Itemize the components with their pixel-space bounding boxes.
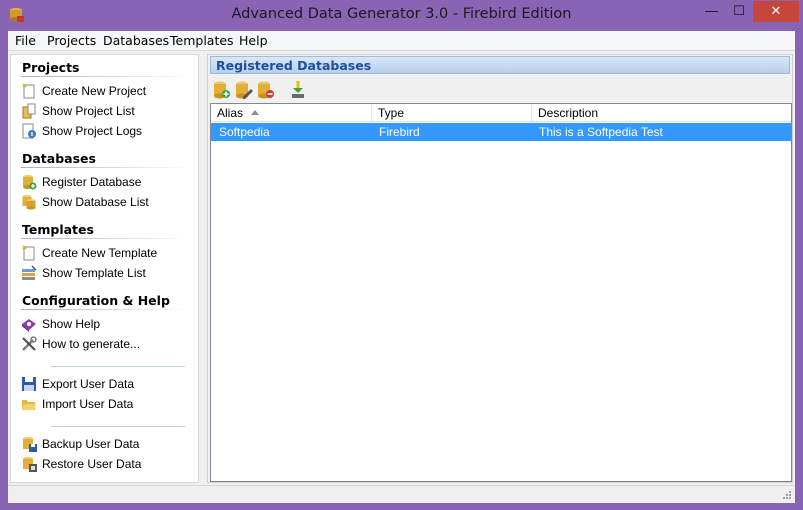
sidebar-item-label: Create New Template (42, 246, 158, 260)
section-title-configuration: Configuration & Help (22, 293, 170, 308)
sidebar-item-database-list[interactable]: Show Database List (19, 193, 195, 211)
window-title: Advanced Data Generator 3.0 - Firebird E… (231, 6, 572, 22)
sidebar-item-import-user-data[interactable]: Import User Data (19, 395, 195, 413)
minimize-button[interactable]: — (698, 1, 725, 22)
section-divider (21, 238, 193, 239)
sidebar-item-label: Register Database (42, 175, 142, 189)
table-row[interactable]: Softpedia Firebird This is a Softpedia T… (211, 123, 791, 141)
resize-grip-icon[interactable] (782, 490, 792, 500)
sidebar: Projects Create New Project Show Project… (10, 54, 199, 483)
sidebar-item-label: How to generate... (42, 337, 141, 351)
menu-file[interactable]: File (15, 33, 36, 48)
sort-ascending-icon (251, 110, 259, 115)
section-title-templates: Templates (22, 222, 94, 237)
menu-templates[interactable]: Templates (170, 33, 234, 48)
backup-icon (23, 437, 37, 452)
sidebar-item-backup-user-data[interactable]: Backup User Data (19, 435, 195, 453)
project-list-icon (22, 103, 36, 119)
sidebar-item-create-project[interactable]: Create New Project (19, 82, 195, 100)
sidebar-item-label: Export User Data (42, 377, 135, 391)
sidebar-item-label: Show Project List (42, 104, 135, 118)
panel-header: Registered Databases (210, 56, 790, 74)
sidebar-item-label: Import User Data (42, 397, 134, 411)
import-database-icon[interactable] (288, 80, 308, 100)
cell-type: Firebird (379, 125, 420, 139)
sidebar-item-project-logs[interactable]: Show Project Logs (19, 122, 195, 140)
sidebar-item-label: Restore User Data (42, 457, 142, 471)
databases-table: Alias Type Description Softpedia Firebir… (210, 103, 792, 482)
close-button[interactable]: ✕ (753, 1, 799, 22)
database-toolbar (210, 78, 790, 100)
template-list-icon (22, 265, 37, 280)
edit-database-icon[interactable] (234, 80, 254, 100)
column-header-alias[interactable]: Alias (211, 104, 372, 122)
registered-databases-pane: Registered Databases Alias Type Descript… (207, 54, 793, 483)
section-title-projects: Projects (22, 60, 80, 75)
new-template-icon (22, 245, 35, 261)
cell-description: This is a Softpedia Test (539, 125, 663, 139)
sidebar-item-register-database[interactable]: Register Database (19, 173, 195, 191)
group-separator (51, 426, 185, 427)
sidebar-item-label: Show Template List (42, 266, 146, 280)
section-divider (21, 167, 193, 168)
help-book-icon (22, 319, 36, 332)
panel-title: Registered Databases (216, 58, 372, 73)
title-bar[interactable]: Advanced Data Generator 3.0 - Firebird E… (0, 0, 803, 31)
maximize-button[interactable]: ☐ (726, 1, 752, 22)
status-bar (8, 485, 795, 503)
sidebar-item-project-list[interactable]: Show Project List (19, 102, 195, 120)
menu-projects[interactable]: Projects (47, 33, 96, 48)
sidebar-item-template-list[interactable]: Show Template List (19, 264, 195, 282)
sidebar-item-label: Backup User Data (42, 437, 140, 451)
cell-alias: Softpedia (219, 125, 270, 139)
sidebar-item-how-to-generate[interactable]: How to generate... (19, 335, 195, 353)
menu-databases[interactable]: Databases (103, 33, 169, 48)
menu-help[interactable]: Help (239, 33, 268, 48)
add-database-icon[interactable] (212, 80, 232, 100)
sidebar-item-restore-user-data[interactable]: Restore User Data (19, 455, 195, 473)
save-icon (22, 377, 36, 391)
new-document-icon (22, 83, 35, 99)
restore-icon (23, 457, 37, 472)
column-header-description[interactable]: Description (532, 104, 791, 122)
group-separator (51, 366, 185, 367)
sidebar-item-label: Show Help (42, 317, 101, 331)
database-list-icon (22, 195, 36, 210)
column-header-type[interactable]: Type (372, 104, 532, 122)
database-add-icon (23, 175, 37, 190)
menu-bar: File Projects Databases Templates Help (8, 31, 795, 51)
section-divider (21, 76, 193, 77)
sidebar-item-label: Show Database List (42, 195, 149, 209)
sidebar-item-label: Show Project Logs (42, 124, 143, 138)
sidebar-item-label: Create New Project (42, 84, 147, 98)
app-window: Advanced Data Generator 3.0 - Firebird E… (0, 0, 803, 510)
section-title-databases: Databases (22, 151, 96, 166)
sidebar-item-create-template[interactable]: Create New Template (19, 244, 195, 262)
client-area: File Projects Databases Templates Help P… (8, 31, 795, 503)
table-header: Alias Type Description (211, 104, 791, 122)
sidebar-item-export-user-data[interactable]: Export User Data (19, 375, 195, 393)
section-divider (21, 309, 193, 310)
remove-database-icon[interactable] (256, 80, 276, 100)
open-folder-icon (22, 400, 36, 410)
tools-icon (22, 336, 37, 351)
sidebar-item-show-help[interactable]: Show Help (19, 315, 195, 333)
project-log-icon (22, 123, 36, 139)
